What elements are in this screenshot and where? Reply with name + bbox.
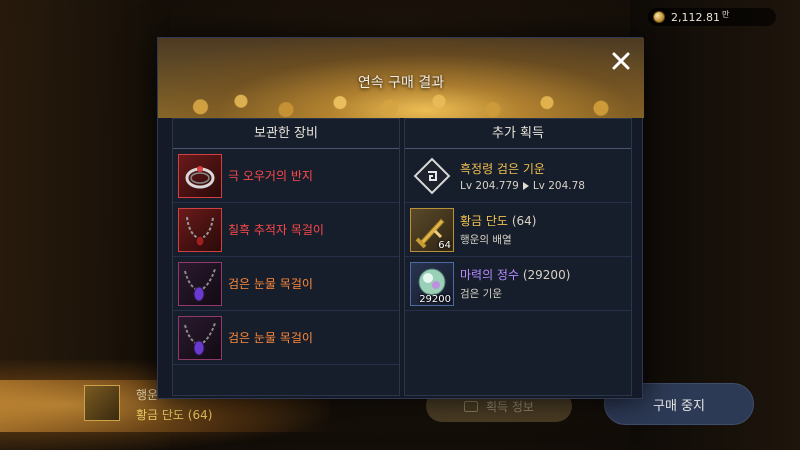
background-item-line1: 행운: [136, 388, 159, 402]
currency-display: 2,112.81 만: [648, 8, 776, 26]
coin-icon: [653, 11, 665, 23]
list-item[interactable]: 검은 눈물 목걸이: [173, 311, 399, 365]
level-from: Lv 204.779: [460, 179, 519, 192]
item-quantity: (29200): [522, 268, 571, 282]
list-item[interactable]: 64 황금 단도 (64) 행운의 배열: [405, 203, 631, 257]
item-icon-frame: [410, 154, 454, 198]
background-item-icon: [84, 385, 120, 421]
list-item[interactable]: 검은 눈물 목걸이: [173, 257, 399, 311]
list-item[interactable]: 흑정령 검은 기운 Lv 204.779 Lv 204.78: [405, 149, 631, 203]
item-quantity: (64): [511, 214, 537, 228]
item-icon-frame: [178, 261, 222, 306]
achievement-info-label: 획득 정보: [486, 399, 534, 414]
list-item[interactable]: 극 오우거의 반지: [173, 149, 399, 203]
item-name: 칠흑 추적자 목걸이: [228, 223, 324, 237]
currency-unit: 만: [721, 9, 730, 19]
item-icon-frame: [178, 315, 222, 360]
item-icon-frame: 64: [410, 207, 454, 252]
item-name: 흑정령 검은 기운: [460, 161, 545, 176]
item-name: 극 오우거의 반지: [228, 169, 313, 183]
stored-equipment-panel: 보관한 장비 극 오우거의 반지 칠흑 추적자 목걸이 검은 눈물 목걸이 검은…: [172, 118, 400, 396]
close-icon: [612, 52, 630, 70]
item-name: 황금 단도 (64): [460, 214, 537, 228]
background-item-line2: 황금 단도 (64): [136, 408, 213, 422]
list-item[interactable]: 29200 마력의 정수 (29200) 검은 기운: [405, 257, 631, 311]
item-name: 검은 눈물 목걸이: [228, 277, 313, 291]
stored-equipment-title: 보관한 장비: [173, 119, 399, 149]
item-icon-frame: 29200: [410, 261, 454, 306]
necklace-icon: [186, 216, 214, 246]
level-to: Lv 204.78: [532, 179, 585, 192]
item-source: 행운의 배열: [460, 234, 512, 246]
currency-amount: 2,112.81: [671, 10, 720, 24]
modal-title: 연속 구매 결과: [357, 75, 445, 91]
item-icon-frame: [178, 207, 222, 252]
ring-icon: [185, 165, 215, 188]
item-name: 검은 눈물 목걸이: [228, 331, 313, 345]
item-source: 검은 기운: [460, 288, 502, 300]
item-icon-frame: [178, 153, 222, 198]
item-quantity-badge: 29200: [419, 293, 451, 305]
list-item[interactable]: 칠흑 추적자 목걸이: [173, 203, 399, 257]
purple-gem-necklace-icon: [184, 322, 216, 355]
purple-gem-necklace-icon: [184, 268, 216, 301]
additional-acquisition-panel: 추가 획득 흑정령 검은 기운 Lv 204.779 Lv 204.78 64 …: [404, 118, 632, 396]
additional-acquisition-title: 추가 획득: [405, 119, 631, 149]
purchase-result-modal: 연속 구매 결과 보관한 장비 극 오우거의 반지 칠흑 추적자 목걸이 검은 …: [157, 37, 644, 399]
card-icon: [464, 400, 478, 412]
black-spirit-icon: [413, 157, 451, 194]
level-progress: Lv 204.779 Lv 204.78: [460, 180, 585, 192]
modal-header: 연속 구매 결과: [158, 38, 644, 118]
item-quantity-badge: 64: [438, 239, 451, 251]
item-name: 마력의 정수 (29200): [460, 268, 571, 282]
arrow-right-icon: [522, 181, 529, 190]
close-button[interactable]: [607, 47, 635, 75]
gold-coins-decoration: [178, 90, 628, 118]
